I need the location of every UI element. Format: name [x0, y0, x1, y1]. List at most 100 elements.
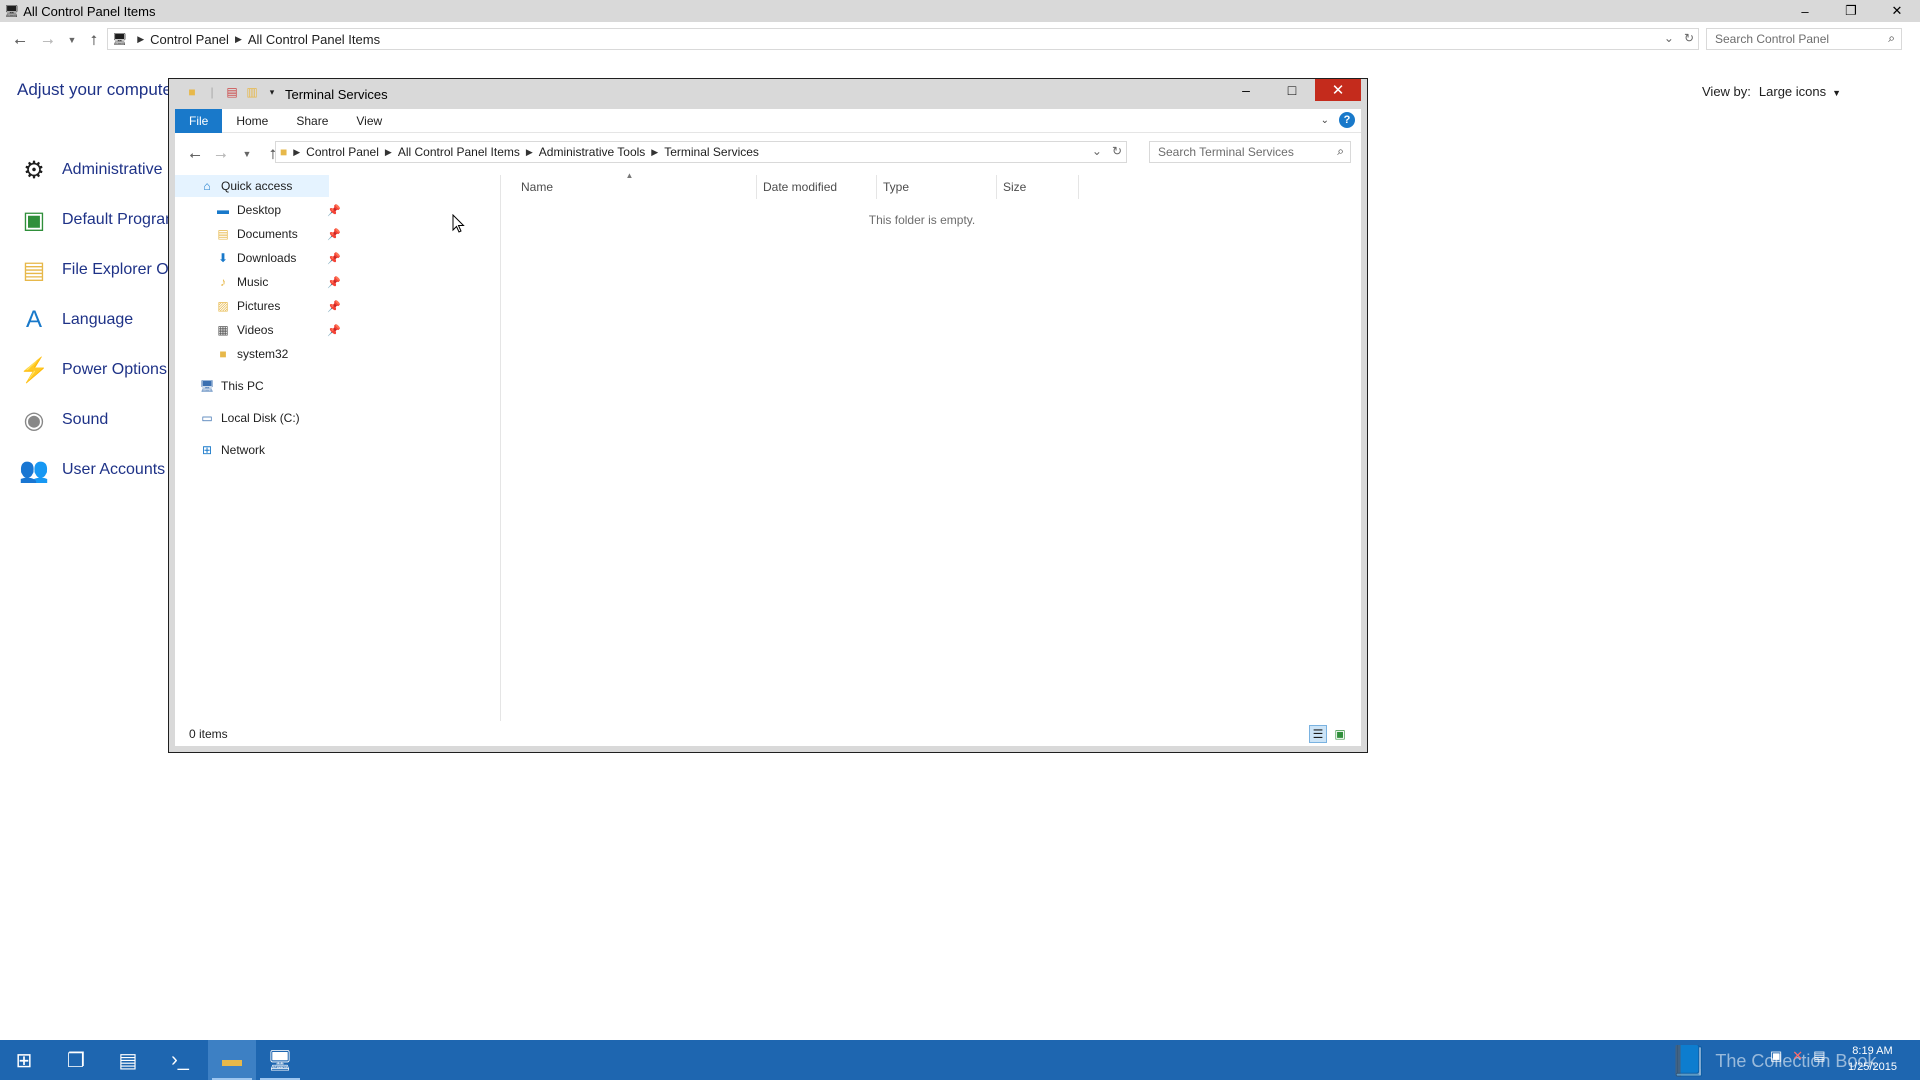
explorer-recent-locations-button[interactable]: ▼	[235, 142, 259, 166]
nav-pictures[interactable]: ▨ Pictures 📌	[215, 295, 343, 317]
recent-locations-button[interactable]: ▼	[60, 28, 84, 52]
item-count: 0 items	[189, 727, 228, 741]
refresh-icon[interactable]: ↻	[1112, 144, 1122, 158]
cp-item-power-options[interactable]: ⚡ Power Options	[18, 352, 167, 388]
explorer-title: Terminal Services	[285, 87, 388, 102]
nav-local-disk[interactable]: ▭ Local Disk (C:)	[199, 407, 339, 429]
divider: |	[210, 85, 214, 99]
explorer-address-bar[interactable]: ■ ▶ Control Panel ▶ All Control Panel It…	[275, 141, 1127, 163]
clock-time: 8:19 AM	[1852, 1045, 1893, 1057]
view-by-value[interactable]: Large icons	[1759, 84, 1826, 99]
control-panel-navbar: ⭠ ⭢ ▼ ⭡ 🖥 ▶ Control Panel ▶ All Control …	[0, 22, 1920, 58]
cp-item-file-explorer-options[interactable]: ▤ File Explorer Op	[18, 252, 178, 288]
tab-view[interactable]: View	[342, 109, 396, 133]
status-bar: 0 items ☰ ▣	[175, 721, 1361, 747]
breadcrumb-terminal-services[interactable]: Terminal Services	[664, 145, 759, 159]
explorer-forward-button[interactable]: ⭢	[209, 142, 233, 166]
nav-network[interactable]: ⊞ Network	[199, 439, 339, 461]
column-name[interactable]: ▲ Name	[503, 171, 757, 199]
search-icon: ⌕	[1337, 144, 1344, 158]
taskbar: ⊞ ❐ ▤ ›_ ▬ 🖥 📘 The Collection Book ▣ ✕ ▤…	[0, 1040, 1920, 1080]
explorer-close-button[interactable]: ✕	[1315, 79, 1361, 101]
nav-this-pc[interactable]: 🖥 This PC	[199, 375, 339, 397]
explorer-minimize-button[interactable]: –	[1223, 79, 1269, 101]
volume-tray-icon[interactable]: ✕	[1792, 1048, 1803, 1064]
control-panel-taskbar-icon[interactable]: 🖥	[256, 1040, 304, 1080]
cp-item-sound[interactable]: ◉ Sound	[18, 402, 109, 438]
up-button[interactable]: ⭡	[82, 28, 106, 52]
explorer-maximize-button[interactable]: □	[1269, 79, 1315, 101]
control-panel-search-input[interactable]: Search Control Panel ⌕	[1706, 28, 1902, 50]
cp-item-default-programs[interactable]: ▣ Default Program	[18, 202, 179, 238]
pin-icon: 📌	[327, 204, 341, 217]
ribbon-tabs: File Home Share View ⌄ ?	[175, 108, 1361, 133]
column-type[interactable]: Type	[877, 175, 997, 199]
powershell-icon[interactable]: ›_	[156, 1040, 204, 1080]
forward-button[interactable]: ⭢	[36, 28, 60, 52]
folder-icon: ■	[188, 85, 196, 99]
expand-ribbon-icon[interactable]: ⌄	[1321, 115, 1329, 126]
customize-quick-access-icon[interactable]: ▾	[265, 85, 279, 99]
user-accounts-icon: 👥	[19, 456, 49, 484]
nav-system32[interactable]: ■ system32	[215, 343, 343, 365]
control-panel-title: All Control Panel Items	[23, 3, 156, 19]
explorer-window: ■ | ▤ ▥ ▾ Terminal Services – □ ✕ File H…	[168, 78, 1368, 753]
details-view-icon[interactable]: ☰	[1309, 725, 1327, 743]
chevron-down-icon[interactable]: ⌄	[1092, 144, 1102, 158]
cp-item-language[interactable]: A Language	[18, 302, 133, 338]
videos-icon: ▦	[217, 323, 229, 337]
new-folder-icon[interactable]: ▥	[245, 85, 259, 99]
cp-item-user-accounts[interactable]: 👥 User Accounts	[18, 452, 165, 488]
close-button[interactable]: ✕	[1874, 0, 1920, 22]
cp-item-administrative-tools[interactable]: ⚙ Administrative	[18, 152, 162, 188]
nav-quick-access[interactable]: ⌂ Quick access	[175, 175, 329, 197]
large-icons-view-icon[interactable]: ▣	[1331, 725, 1349, 743]
chevron-down-icon[interactable]: ⌄	[1664, 31, 1674, 45]
clock[interactable]: 8:19 AM 1/25/2015	[1848, 1043, 1897, 1075]
desktop-icon: ▬	[217, 203, 229, 217]
nav-downloads[interactable]: ⬇ Downloads 📌	[215, 247, 343, 269]
explorer-search-input[interactable]: Search Terminal Services ⌕	[1149, 141, 1351, 163]
explorer-back-button[interactable]: ⭠	[183, 142, 207, 166]
action-center-icon[interactable]: ▤	[1813, 1048, 1825, 1064]
help-icon[interactable]: ?	[1339, 112, 1355, 128]
sound-icon: ◉	[23, 406, 45, 434]
refresh-icon[interactable]: ↻	[1684, 31, 1694, 45]
breadcrumb-all-control-panel-items[interactable]: All Control Panel Items	[398, 145, 520, 159]
column-date-modified[interactable]: Date modified	[757, 175, 877, 199]
control-panel-address-bar[interactable]: 🖥 ▶ Control Panel ▶ All Control Panel It…	[107, 28, 1699, 50]
task-view-icon[interactable]: ❐	[52, 1040, 100, 1080]
pictures-icon: ▨	[217, 299, 229, 313]
back-button[interactable]: ⭠	[8, 28, 32, 52]
nav-music[interactable]: ♪ Music 📌	[215, 271, 343, 293]
nav-documents[interactable]: ▤ Documents 📌	[215, 223, 343, 245]
view-by-control[interactable]: View by: Large icons ▼	[1702, 84, 1841, 99]
hard-drive-icon: ▭	[201, 411, 213, 425]
network-tray-icon[interactable]: ▣	[1770, 1048, 1782, 1064]
chevron-down-icon: ▼	[1832, 88, 1842, 98]
minimize-button[interactable]: –	[1782, 0, 1828, 22]
tab-share[interactable]: Share	[282, 109, 342, 133]
network-icon: ⊞	[201, 443, 213, 457]
breadcrumb-control-panel[interactable]: Control Panel	[150, 32, 229, 47]
nav-videos[interactable]: ▦ Videos 📌	[215, 319, 343, 341]
column-size[interactable]: Size	[997, 175, 1079, 199]
empty-folder-message: This folder is empty.	[868, 213, 976, 227]
breadcrumb-control-panel[interactable]: Control Panel	[306, 145, 379, 159]
breadcrumb-administrative-tools[interactable]: Administrative Tools	[539, 145, 646, 159]
tab-home[interactable]: Home	[222, 109, 282, 133]
pin-icon: 📌	[327, 228, 341, 241]
restore-button[interactable]: ❐	[1828, 0, 1874, 22]
pin-icon: 📌	[327, 300, 341, 313]
breadcrumb-all-control-panel-items[interactable]: All Control Panel Items	[248, 32, 380, 47]
folder-icon: ■	[219, 347, 227, 361]
tab-file[interactable]: File	[175, 108, 223, 133]
properties-icon[interactable]: ▤	[225, 85, 239, 99]
control-panel-address-icon: 🖥	[112, 32, 128, 46]
explorer-titlebar: ■ | ▤ ▥ ▾ Terminal Services – □ ✕	[169, 79, 1367, 109]
pin-icon: 📌	[327, 324, 341, 337]
start-button[interactable]: ⊞	[0, 1040, 48, 1080]
server-manager-icon[interactable]: ▤	[104, 1040, 152, 1080]
file-explorer-icon[interactable]: ▬	[208, 1040, 256, 1080]
nav-desktop[interactable]: ▬ Desktop 📌	[215, 199, 343, 221]
